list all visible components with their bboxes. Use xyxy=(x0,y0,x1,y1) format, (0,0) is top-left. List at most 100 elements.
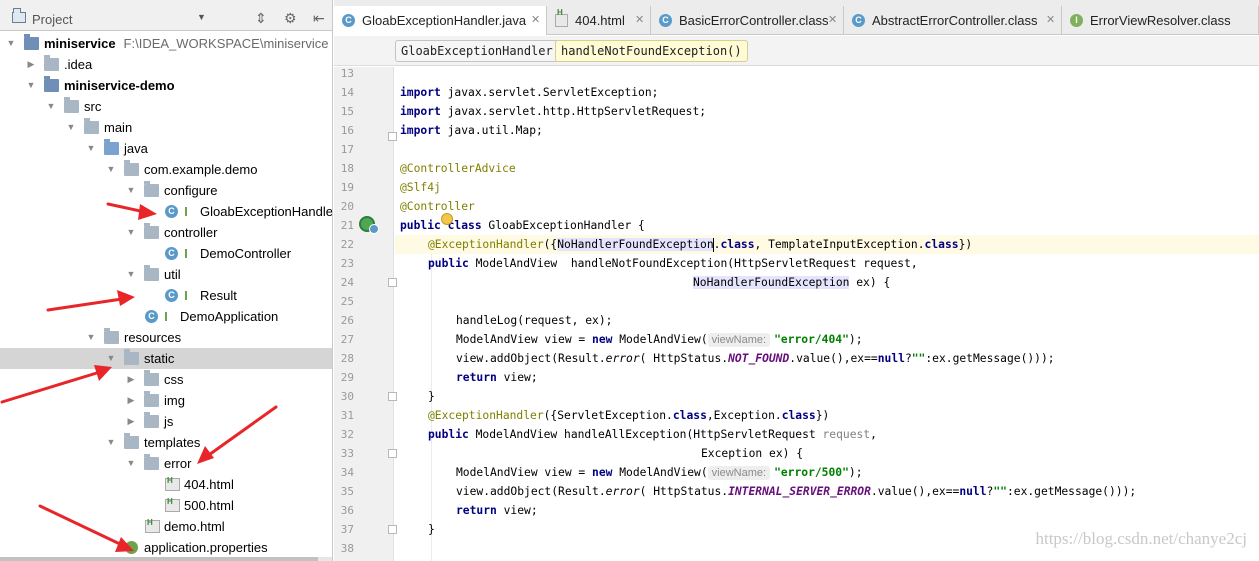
code-token: "" xyxy=(993,485,1007,498)
tab-basicerrorcontroller-class[interactable]: C BasicErrorController.class ✕ xyxy=(651,6,844,35)
line-number: 36 xyxy=(340,504,354,517)
expand-arrow-icon[interactable]: ▼ xyxy=(106,432,116,453)
code-token: request xyxy=(822,428,871,441)
hide-panel-icon[interactable]: ⇤ xyxy=(313,10,325,27)
tree-item-demoapplication[interactable]: C DemoApplication xyxy=(0,306,332,327)
expand-arrow-icon[interactable]: ▼ xyxy=(106,159,116,180)
collapsed-arrow-icon[interactable]: ▶ xyxy=(126,369,136,390)
tree-item-gloabexceptionhandler[interactable]: C GloabExceptionHandle xyxy=(0,201,332,222)
tree-item-static[interactable]: ▼ static xyxy=(0,348,332,369)
interface-icon: I xyxy=(1070,14,1083,27)
code-token: view.addObject(Result. xyxy=(456,352,606,365)
tree-item-label: css xyxy=(164,372,184,387)
expand-arrow-icon[interactable]: ▼ xyxy=(66,117,76,138)
tree-item-label: java xyxy=(124,141,148,156)
code-editor[interactable]: import javax.servlet.ServletException; i… xyxy=(395,67,1259,561)
horizontal-scrollbar[interactable] xyxy=(0,557,332,561)
tree-item-miniservice-demo[interactable]: ▼ miniservice-demo xyxy=(0,75,332,96)
spring-config-icon xyxy=(125,541,138,554)
spring-leaf-icon xyxy=(165,312,171,321)
collapse-all-icon[interactable]: ⇕ xyxy=(255,10,267,27)
html-file-icon xyxy=(165,470,180,491)
expand-arrow-icon[interactable]: ▼ xyxy=(6,33,16,54)
close-icon[interactable]: ✕ xyxy=(1046,6,1055,35)
expand-arrow-icon[interactable]: ▼ xyxy=(86,138,96,159)
tree-item-src[interactable]: ▼ src xyxy=(0,96,332,117)
expand-arrow-icon[interactable]: ▼ xyxy=(86,327,96,348)
tab-label: ErrorViewResolver.class xyxy=(1090,13,1231,28)
tree-item-configure[interactable]: ▼ configure xyxy=(0,180,332,201)
gear-icon[interactable]: ⚙ xyxy=(284,10,297,27)
code-line-24: NoHandlerFoundException ex) { xyxy=(693,273,1259,292)
class-gutter-icon xyxy=(369,224,379,234)
expand-arrow-icon[interactable]: ▼ xyxy=(126,264,136,285)
tree-item-result[interactable]: C Result xyxy=(0,285,332,306)
code-token: import xyxy=(400,124,441,137)
tab-gloabexceptionhandler-java[interactable]: C GloabExceptionHandler.java ✕ xyxy=(334,6,547,35)
package-icon xyxy=(144,265,159,281)
tree-item-miniservice[interactable]: ▼ miniservice F:\IDEA_WORKSPACE\miniservi… xyxy=(0,33,332,54)
tree-item-label: util xyxy=(164,267,181,282)
expand-arrow-icon[interactable]: ▼ xyxy=(126,453,136,474)
tab-abstracterrorcontroller-class[interactable]: C AbstractErrorController.class ✕ xyxy=(844,6,1062,35)
collapsed-arrow-icon[interactable]: ▶ xyxy=(26,54,36,75)
code-token: ); xyxy=(848,333,863,346)
tab-404-html[interactable]: 404.html ✕ xyxy=(547,0,651,35)
code-token: .value(),ex== xyxy=(870,485,960,498)
class-icon: C xyxy=(165,247,178,260)
breadcrumb-class[interactable]: GloabExceptionHandler xyxy=(395,40,559,62)
folder-icon xyxy=(84,118,99,134)
expand-arrow-icon[interactable]: ▼ xyxy=(126,222,136,243)
expand-arrow-icon[interactable]: ▼ xyxy=(26,75,36,96)
breadcrumb-method[interactable]: handleNotFoundException() xyxy=(555,40,748,62)
code-token: new xyxy=(592,333,613,346)
line-number: 14 xyxy=(340,86,354,99)
editor-gutter: 13 14 15 16 17 18 19 20 21 22 23 24 25 2… xyxy=(334,67,397,561)
expand-arrow-icon[interactable]: ▼ xyxy=(46,96,56,117)
code-token: ex) { xyxy=(849,276,891,289)
code-line-21: public class GloabExceptionHandler { xyxy=(400,216,1259,235)
close-icon[interactable]: ✕ xyxy=(531,6,540,35)
intention-bulb-icon[interactable] xyxy=(441,213,453,225)
tree-item-package[interactable]: ▼ com.example.demo xyxy=(0,159,332,180)
code-line-28: view.addObject(Result.error( HttpStatus.… xyxy=(456,349,1259,368)
collapsed-arrow-icon[interactable]: ▶ xyxy=(126,390,136,411)
code-token: public xyxy=(428,257,469,270)
tree-item-css[interactable]: ▶ css xyxy=(0,369,332,390)
module-folder-icon xyxy=(44,76,59,92)
tree-item-main[interactable]: ▼ main xyxy=(0,117,332,138)
close-icon[interactable]: ✕ xyxy=(635,6,644,35)
tree-item-label: DemoController xyxy=(200,246,292,261)
tree-item-resources[interactable]: ▼ resources xyxy=(0,327,332,348)
collapsed-arrow-icon[interactable]: ▶ xyxy=(126,411,136,432)
line-number: 15 xyxy=(340,105,354,118)
code-line-35: view.addObject(Result.error( HttpStatus.… xyxy=(456,482,1259,501)
expand-arrow-icon[interactable]: ▼ xyxy=(126,180,136,201)
tree-item-templates[interactable]: ▼ templates xyxy=(0,432,332,453)
tree-item-idea[interactable]: ▶ .idea xyxy=(0,54,332,75)
chevron-down-icon[interactable]: ▼ xyxy=(197,12,206,22)
tree-item-util[interactable]: ▼ util xyxy=(0,264,332,285)
tree-item-controller[interactable]: ▼ controller xyxy=(0,222,332,243)
tree-item-500-html[interactable]: 500.html xyxy=(0,491,332,516)
tree-item-application-properties[interactable]: application.properties xyxy=(0,537,332,558)
code-line-31: @ExceptionHandler({ServletException.clas… xyxy=(428,406,1259,425)
tree-item-demo-html[interactable]: demo.html xyxy=(0,512,332,537)
close-icon[interactable]: ✕ xyxy=(828,6,837,35)
scrollbar-thumb[interactable] xyxy=(0,557,318,561)
code-token: "" xyxy=(911,352,926,365)
code-token: ModelAndView view = xyxy=(456,333,593,346)
expand-arrow-icon[interactable]: ▼ xyxy=(106,348,116,369)
code-token: , TemplateInputException. xyxy=(754,238,925,251)
code-token: GloabExceptionHandler { xyxy=(481,219,645,232)
tree-item-js[interactable]: ▶ js xyxy=(0,411,332,432)
project-panel-title[interactable]: Project xyxy=(32,12,72,27)
code-token: class xyxy=(781,409,816,422)
tree-item-democontroller[interactable]: C DemoController xyxy=(0,243,332,264)
tree-item-img[interactable]: ▶ img xyxy=(0,390,332,411)
tree-item-java[interactable]: ▼ java xyxy=(0,138,332,159)
tree-item-label: .idea xyxy=(64,57,93,72)
tab-errorviewresolver-class[interactable]: I ErrorViewResolver.class xyxy=(1062,6,1259,35)
code-token: view; xyxy=(496,504,538,517)
code-token: ModelAndView handleAllException(HttpServ… xyxy=(468,428,823,441)
